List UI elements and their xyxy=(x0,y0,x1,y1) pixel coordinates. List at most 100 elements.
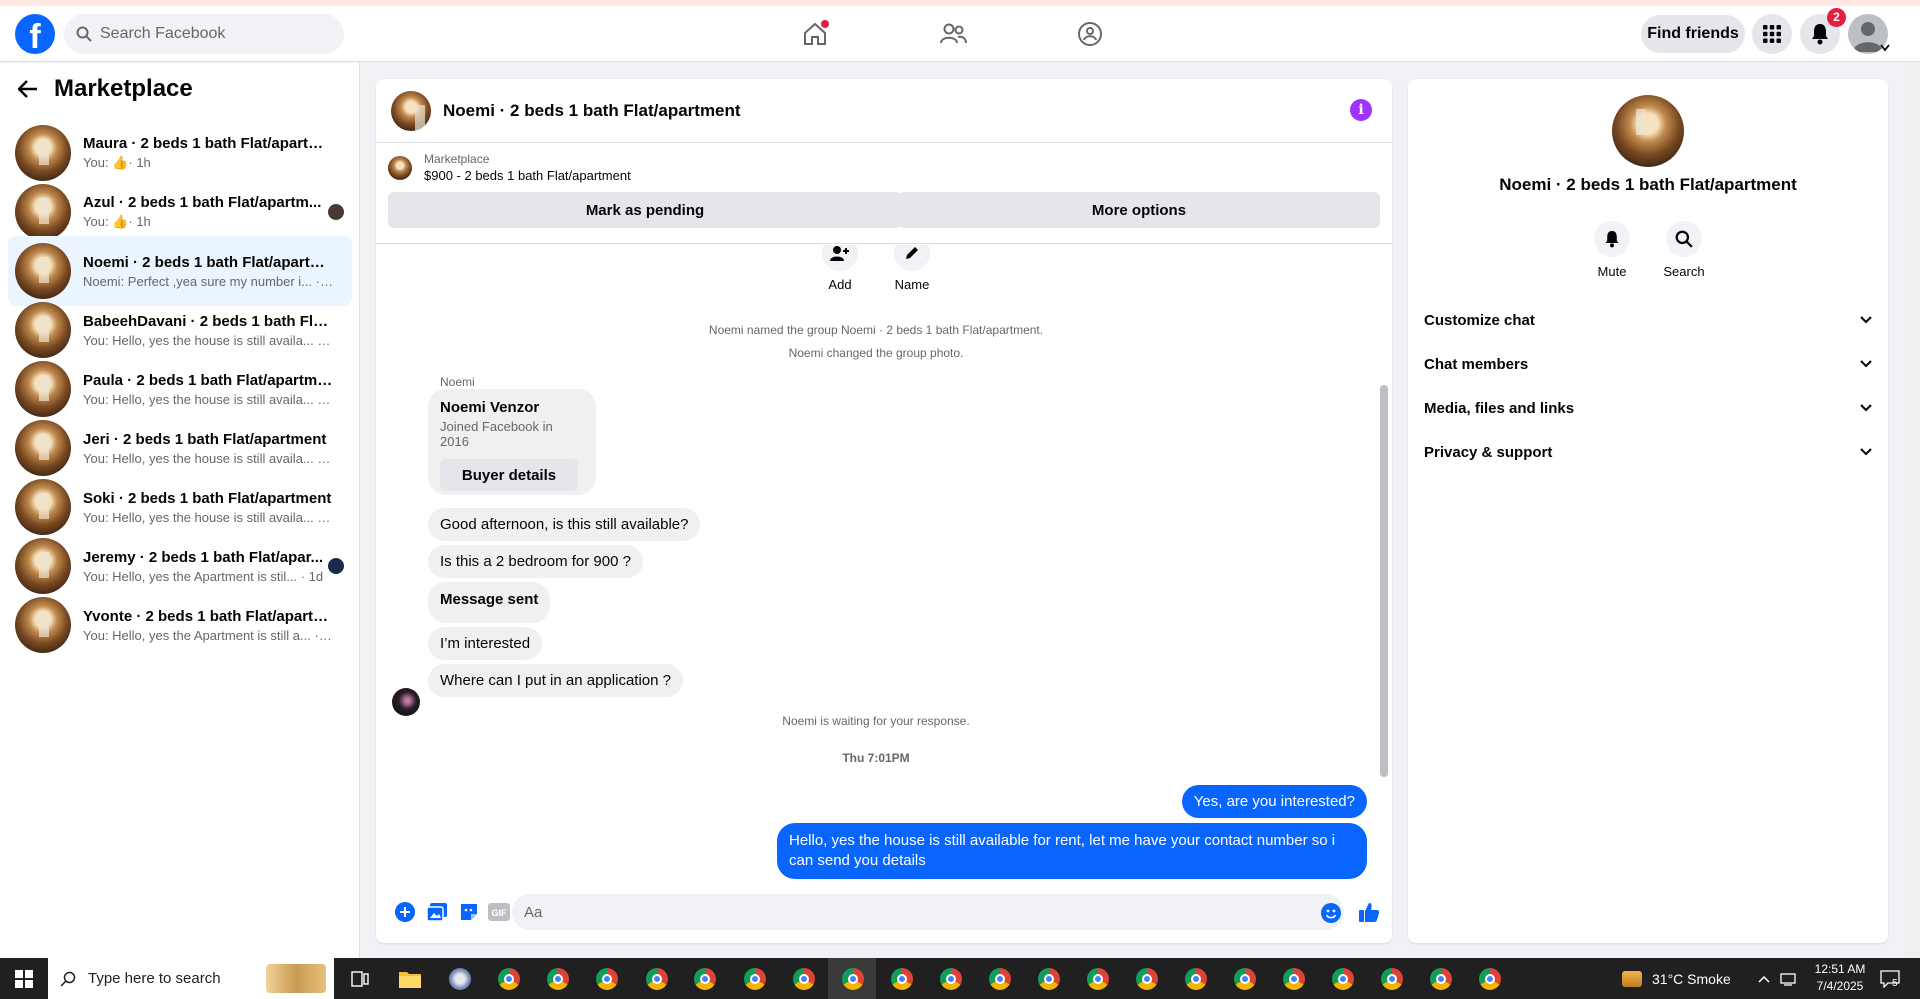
windows-start-icon[interactable] xyxy=(0,958,48,999)
plus-icon[interactable] xyxy=(394,901,416,923)
chrome-gmail-icon[interactable] xyxy=(494,964,524,994)
info-icon[interactable]: i xyxy=(1350,99,1372,121)
buyer-name[interactable]: Noemi Venzor xyxy=(440,399,584,416)
chrome-icon[interactable] xyxy=(1034,964,1064,994)
chrome-icon[interactable] xyxy=(690,964,720,994)
notification-center-icon[interactable]: 5 xyxy=(1880,958,1900,999)
mark-as-pending-button[interactable]: Mark as pending xyxy=(388,192,902,228)
chat-details-avatar[interactable] xyxy=(1612,95,1684,167)
notification-count-badge: 2 xyxy=(1827,8,1846,27)
chrome-icon[interactable] xyxy=(1279,964,1309,994)
conversation-preview: You: Hello, yes the house is still avail… xyxy=(83,391,333,407)
section-label: Media, files and links xyxy=(1424,399,1575,417)
search-label: Search xyxy=(1663,264,1705,279)
listing-price-title[interactable]: $900 - 2 beds 1 bath Flat/apartment xyxy=(424,168,631,183)
incoming-message[interactable]: Message sent xyxy=(428,582,551,623)
chat-panel: Noemi · 2 beds 1 bath Flat/apartment i M… xyxy=(376,79,1392,943)
conversation-title: Jeremy · 2 beds 1 bath Flat/apar... xyxy=(83,548,324,566)
message-thread[interactable]: Add Name Noemi named the group Noemi · 2… xyxy=(376,245,1392,881)
clock-date: 7/4/2025 xyxy=(1816,979,1864,993)
facebook-logo[interactable]: f xyxy=(15,14,55,54)
like-icon: 👍 xyxy=(112,155,129,170)
chrome-icon[interactable] xyxy=(1181,964,1211,994)
listing-thumbnail-small[interactable] xyxy=(388,155,412,180)
taskbar-search-box[interactable]: Type here to search xyxy=(48,958,334,999)
system-message: Noemi named the group Noemi · 2 beds 1 b… xyxy=(708,323,1044,337)
network-icon[interactable] xyxy=(1780,958,1798,999)
conversation-item-yvonte[interactable]: Yvonte · 2 beds 1 bath Flat/apartm... Yo… xyxy=(8,590,352,660)
clock-time: 12:51 AM xyxy=(1814,962,1866,976)
sticker-icon[interactable] xyxy=(458,901,480,923)
chrome-icon[interactable] xyxy=(1083,964,1113,994)
chrome-icon[interactable] xyxy=(1377,964,1407,994)
buyer-details-button[interactable]: Buyer details xyxy=(440,459,578,491)
find-friends-button[interactable]: Find friends xyxy=(1641,15,1745,53)
outgoing-message[interactable]: Hello, yes the house is still available … xyxy=(777,823,1367,879)
chrome-icon[interactable] xyxy=(838,964,868,994)
add-member-action[interactable]: Add xyxy=(810,245,870,292)
app-icon[interactable] xyxy=(445,964,475,994)
sender-avatar[interactable] xyxy=(392,688,420,716)
conversation-preview: You: Hello, yes the Apartment is still a… xyxy=(83,627,333,643)
chrome-icon[interactable] xyxy=(1426,964,1456,994)
notifications-bell-icon[interactable]: 2 xyxy=(1800,8,1846,54)
conversation-title: Noemi · 2 beds 1 bath Flat/apartm... xyxy=(83,253,333,271)
seen-avatar xyxy=(328,558,344,574)
search-in-chat-action[interactable]: Search xyxy=(1654,221,1714,279)
incoming-message[interactable]: Where can I put in an application ? xyxy=(428,664,683,697)
name-group-action[interactable]: Name xyxy=(882,245,942,292)
message-input[interactable] xyxy=(512,894,1344,930)
friends-icon[interactable] xyxy=(937,18,969,50)
chrome-icon[interactable] xyxy=(1475,964,1505,994)
chrome-icon[interactable] xyxy=(1230,964,1260,994)
chat-scrollbar[interactable] xyxy=(1380,385,1388,777)
chrome-icon[interactable] xyxy=(887,964,917,994)
conversation-title: Azul · 2 beds 1 bath Flat/apartm... xyxy=(83,194,322,211)
media-files-links-section[interactable]: Media, files and links xyxy=(1424,386,1872,430)
incoming-message[interactable]: Is this a 2 bedroom for 900 ? xyxy=(428,545,643,578)
more-options-button[interactable]: More options xyxy=(898,192,1380,228)
privacy-support-section[interactable]: Privacy & support xyxy=(1424,430,1872,474)
chrome-icon[interactable] xyxy=(1132,964,1162,994)
page-scrollbar[interactable] xyxy=(1904,62,1920,958)
marketplace-listing-bar: Marketplace $900 - 2 beds 1 bath Flat/ap… xyxy=(376,144,1392,244)
search-facebook-input[interactable]: Search Facebook xyxy=(64,14,344,54)
customize-chat-section[interactable]: Customize chat xyxy=(1424,298,1872,342)
conversation-preview: You: Hello, yes the Apartment is stil...… xyxy=(83,568,324,584)
home-icon[interactable] xyxy=(799,18,831,50)
chrome-icon[interactable] xyxy=(740,964,770,994)
chrome-icon[interactable] xyxy=(936,964,966,994)
task-view-icon[interactable] xyxy=(345,964,375,994)
listing-thumbnail xyxy=(15,479,71,535)
file-explorer-icon[interactable] xyxy=(395,964,425,994)
chrome-icon[interactable] xyxy=(1328,964,1358,994)
chrome-icon[interactable] xyxy=(543,964,573,994)
conversation-preview: You: 👍· 1h xyxy=(83,155,151,170)
marketplace-label: Marketplace xyxy=(424,152,490,166)
chrome-icon[interactable] xyxy=(789,964,819,994)
account-chevron-icon[interactable] xyxy=(1880,44,1890,52)
chrome-icon[interactable] xyxy=(985,964,1015,994)
waiting-notice: Noemi is waiting for your response. xyxy=(782,714,970,728)
menu-grid-icon[interactable] xyxy=(1752,14,1792,54)
chat-title[interactable]: Noemi · 2 beds 1 bath Flat/apartment xyxy=(443,101,741,121)
chrome-icon[interactable] xyxy=(642,964,672,994)
weather-widget[interactable]: 31°C Smoke xyxy=(1622,958,1731,999)
emoji-icon[interactable] xyxy=(1320,902,1342,924)
incoming-message[interactable]: I’m interested xyxy=(428,627,543,660)
incoming-message[interactable]: Good afternoon, is this still available? xyxy=(428,508,701,541)
search-icon xyxy=(1666,221,1702,257)
show-hidden-icons-chevron-icon[interactable] xyxy=(1758,958,1770,999)
chrome-icon[interactable] xyxy=(592,964,622,994)
system-clock[interactable]: 12:51 AM 7/4/2025 xyxy=(1800,961,1880,995)
outgoing-message[interactable]: Yes, are you interested? xyxy=(1181,785,1367,818)
thumbs-up-icon[interactable] xyxy=(1358,901,1380,923)
gif-icon[interactable]: GIF xyxy=(488,901,510,923)
groups-icon[interactable] xyxy=(1074,18,1106,50)
back-arrow-icon[interactable] xyxy=(18,80,38,98)
chat-avatar[interactable] xyxy=(391,90,431,131)
mute-action[interactable]: Mute xyxy=(1582,221,1642,279)
photo-icon[interactable] xyxy=(426,901,448,923)
chat-members-section[interactable]: Chat members xyxy=(1424,342,1872,386)
listing-thumbnail xyxy=(15,243,71,299)
